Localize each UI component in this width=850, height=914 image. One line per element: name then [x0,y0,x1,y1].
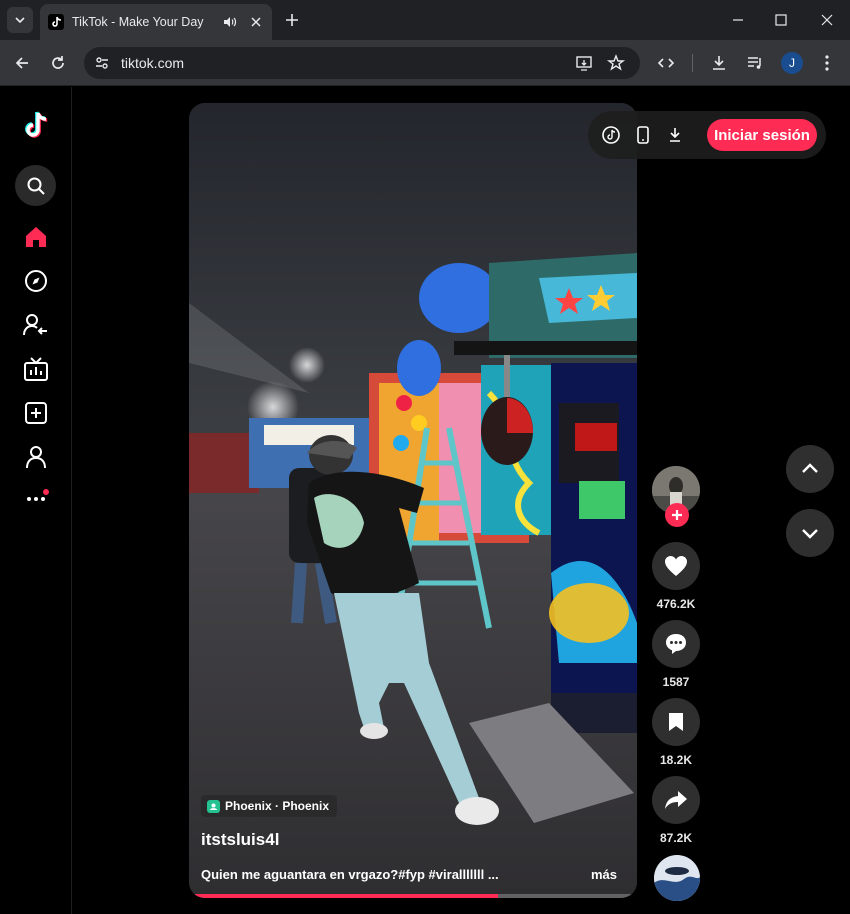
header-actions: Iniciar sesión [588,111,826,159]
tiktok-page: Phoenix · Phoenix itstsluis4l Quien me a… [0,87,850,914]
url-text: tiktok.com [121,55,185,71]
compass-icon [25,270,47,292]
search-icon [27,177,45,195]
address-bar[interactable]: tiktok.com [84,47,640,79]
notification-dot [43,489,49,495]
download-icon[interactable] [709,53,729,73]
speaker-icon[interactable] [222,14,238,30]
bookmark-icon [669,713,683,731]
site-settings-icon[interactable] [92,53,112,73]
share-button[interactable] [652,776,700,824]
sidebar-item-profile[interactable] [22,443,50,471]
mobile-phone-icon[interactable] [633,125,653,145]
video-frame-image [189,103,637,898]
bookmark-star-icon[interactable] [606,53,626,73]
like-count: 476.2K [656,597,696,611]
media-controls-icon[interactable] [745,53,765,73]
plus-square-icon [25,402,47,424]
location-label: Phoenix · Phoenix [225,799,330,813]
close-window-icon[interactable] [817,10,837,30]
video-player[interactable]: Phoenix · Phoenix itstsluis4l Quien me a… [189,103,637,898]
video-progress-bar[interactable] [189,894,637,898]
like-button[interactable] [652,542,700,590]
video-caption: Quien me aguantara en vrgazo?#fyp #viral… [201,867,499,882]
home-icon [26,227,46,247]
comment-button[interactable] [652,620,700,668]
browser-tab-bar: TikTok - Make Your Day [0,0,850,40]
tab-search-button[interactable] [7,7,33,33]
back-arrow-icon[interactable] [12,53,32,73]
sidebar-item-home[interactable] [22,223,50,251]
sidebar-item-following[interactable] [22,311,50,339]
maximize-icon[interactable] [771,10,791,30]
more-icon [27,497,45,501]
browser-toolbar: tiktok.com J [0,40,850,86]
chevron-down-icon [15,17,25,24]
sidebar-item-search[interactable] [15,165,56,206]
kebab-menu-icon[interactable] [817,53,837,73]
tiktok-favicon-icon [48,14,64,30]
next-video-button[interactable] [786,509,834,557]
profile-avatar[interactable]: J [781,52,803,74]
sidebar-item-upload[interactable] [22,399,50,427]
profile-icon [26,446,46,469]
chevron-up-icon [802,463,818,473]
browser-tab[interactable]: TikTok - Make Your Day [40,4,272,40]
save-button[interactable] [652,698,700,746]
new-tab-icon[interactable] [282,10,302,30]
save-count: 18.2K [659,753,693,767]
chevron-down-icon [802,529,818,539]
tiktok-coin-icon[interactable] [601,125,621,145]
caption-more-link[interactable]: más [591,867,617,882]
heart-icon [665,556,687,576]
previous-video-button[interactable] [786,445,834,493]
location-chip[interactable]: Phoenix · Phoenix [201,795,338,817]
install-app-icon[interactable] [574,53,594,73]
live-tv-icon [24,357,48,381]
music-disc[interactable] [654,855,700,901]
video-progress-fill [189,894,499,898]
share-arrow-icon [665,791,687,809]
following-icon [23,314,47,336]
share-count: 87.2K [659,831,693,845]
video-username[interactable]: itstsluis4l [201,830,279,850]
sidebar [0,87,72,914]
tiktok-logo-icon[interactable] [22,111,50,139]
login-button[interactable]: Iniciar sesión [707,119,817,151]
comment-icon [666,634,686,654]
tab-title: TikTok - Make Your Day [72,15,204,29]
code-icon[interactable] [656,53,676,73]
reload-icon[interactable] [48,53,68,73]
toolbar-divider [692,54,693,72]
minimize-icon[interactable] [728,10,748,30]
follow-plus-button[interactable] [665,503,689,527]
close-tab-icon[interactable] [248,14,264,30]
sidebar-item-live[interactable] [22,355,50,383]
location-pin-icon [207,799,220,813]
download-app-icon[interactable] [665,125,685,145]
plus-icon [672,510,682,520]
comment-count: 1587 [662,675,690,689]
sidebar-item-explore[interactable] [22,267,50,295]
